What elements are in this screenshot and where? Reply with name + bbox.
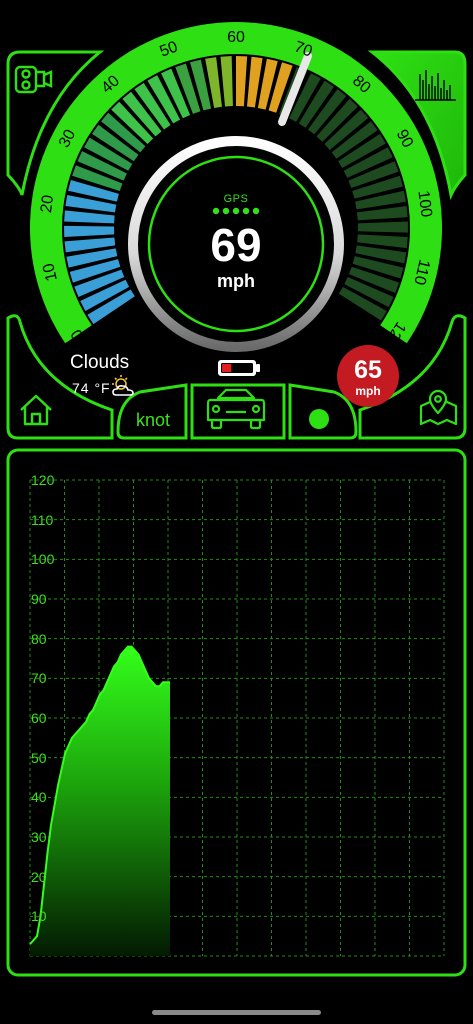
speed-limit-button[interactable] [336,344,400,408]
graph-y-tick: 110 [31,511,54,528]
graph-y-tick: 30 [31,829,47,845]
graph-y-tick: 50 [31,749,47,766]
graph-y-tick: 90 [31,591,47,607]
gauge-segment [236,56,248,107]
weather-condition: Clouds [70,352,130,373]
histogram-button[interactable] [380,55,464,125]
graph-y-tick: 10 [31,908,47,925]
graph-y-tick: 40 [31,789,47,806]
graph-y-tick: 100 [31,551,55,568]
unit-toggle-button[interactable] [120,390,184,436]
map-button[interactable] [410,385,462,435]
graph-y-tick: 20 [31,868,47,885]
home-button[interactable] [12,385,62,435]
car-mode-button[interactable] [194,387,282,436]
gauge-segment [357,221,408,233]
gauge-segment [357,206,408,221]
gauge-scale-label: 60 [227,29,245,46]
battery-icon [218,360,260,376]
gauge-segment [64,225,115,238]
speed-unit: mph [217,271,255,291]
gauge-scale-label: 20 [37,193,57,214]
gps-label: GPS [223,193,249,205]
weather-temperature: 74 °F [72,380,111,396]
gauge-segment [357,234,408,249]
current-speed: 69 [210,219,262,271]
camera-button[interactable] [10,55,70,115]
speedometer-screen: GPS 69 mph Clouds 74 °F 65 mph knot 0 10 2… [0,0,473,1024]
home-indicator [152,1010,321,1015]
graph-y-tick: 120 [31,472,55,488]
gauge-segment [220,56,233,107]
graph-y-tick: 70 [31,670,47,687]
graph-y-tick: 60 [31,710,47,726]
graph-y-tick: 80 [31,630,47,647]
gauge-segment [64,210,115,224]
